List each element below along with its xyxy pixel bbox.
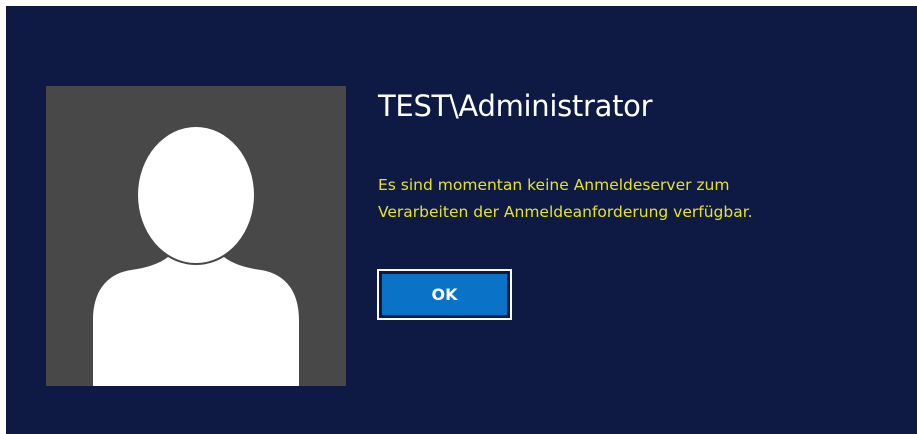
error-message-line-1: Es sind momentan keine Anmeldeserver zum <box>378 176 730 194</box>
ok-button[interactable]: OK <box>377 269 512 320</box>
account-name: TEST\Administrator <box>378 89 653 123</box>
login-panel: TEST\Administrator Es sind momentan kein… <box>6 6 917 434</box>
error-message-line-2: Verarbeiten der Anmeldeanforderung verfü… <box>378 203 753 221</box>
login-screen: TEST\Administrator Es sind momentan kein… <box>0 0 917 434</box>
ok-button-label: OK <box>382 274 507 315</box>
default-user-silhouette-icon <box>93 127 299 386</box>
user-avatar <box>46 86 346 386</box>
error-message: Es sind momentan keine Anmeldeserver zum… <box>378 172 878 226</box>
